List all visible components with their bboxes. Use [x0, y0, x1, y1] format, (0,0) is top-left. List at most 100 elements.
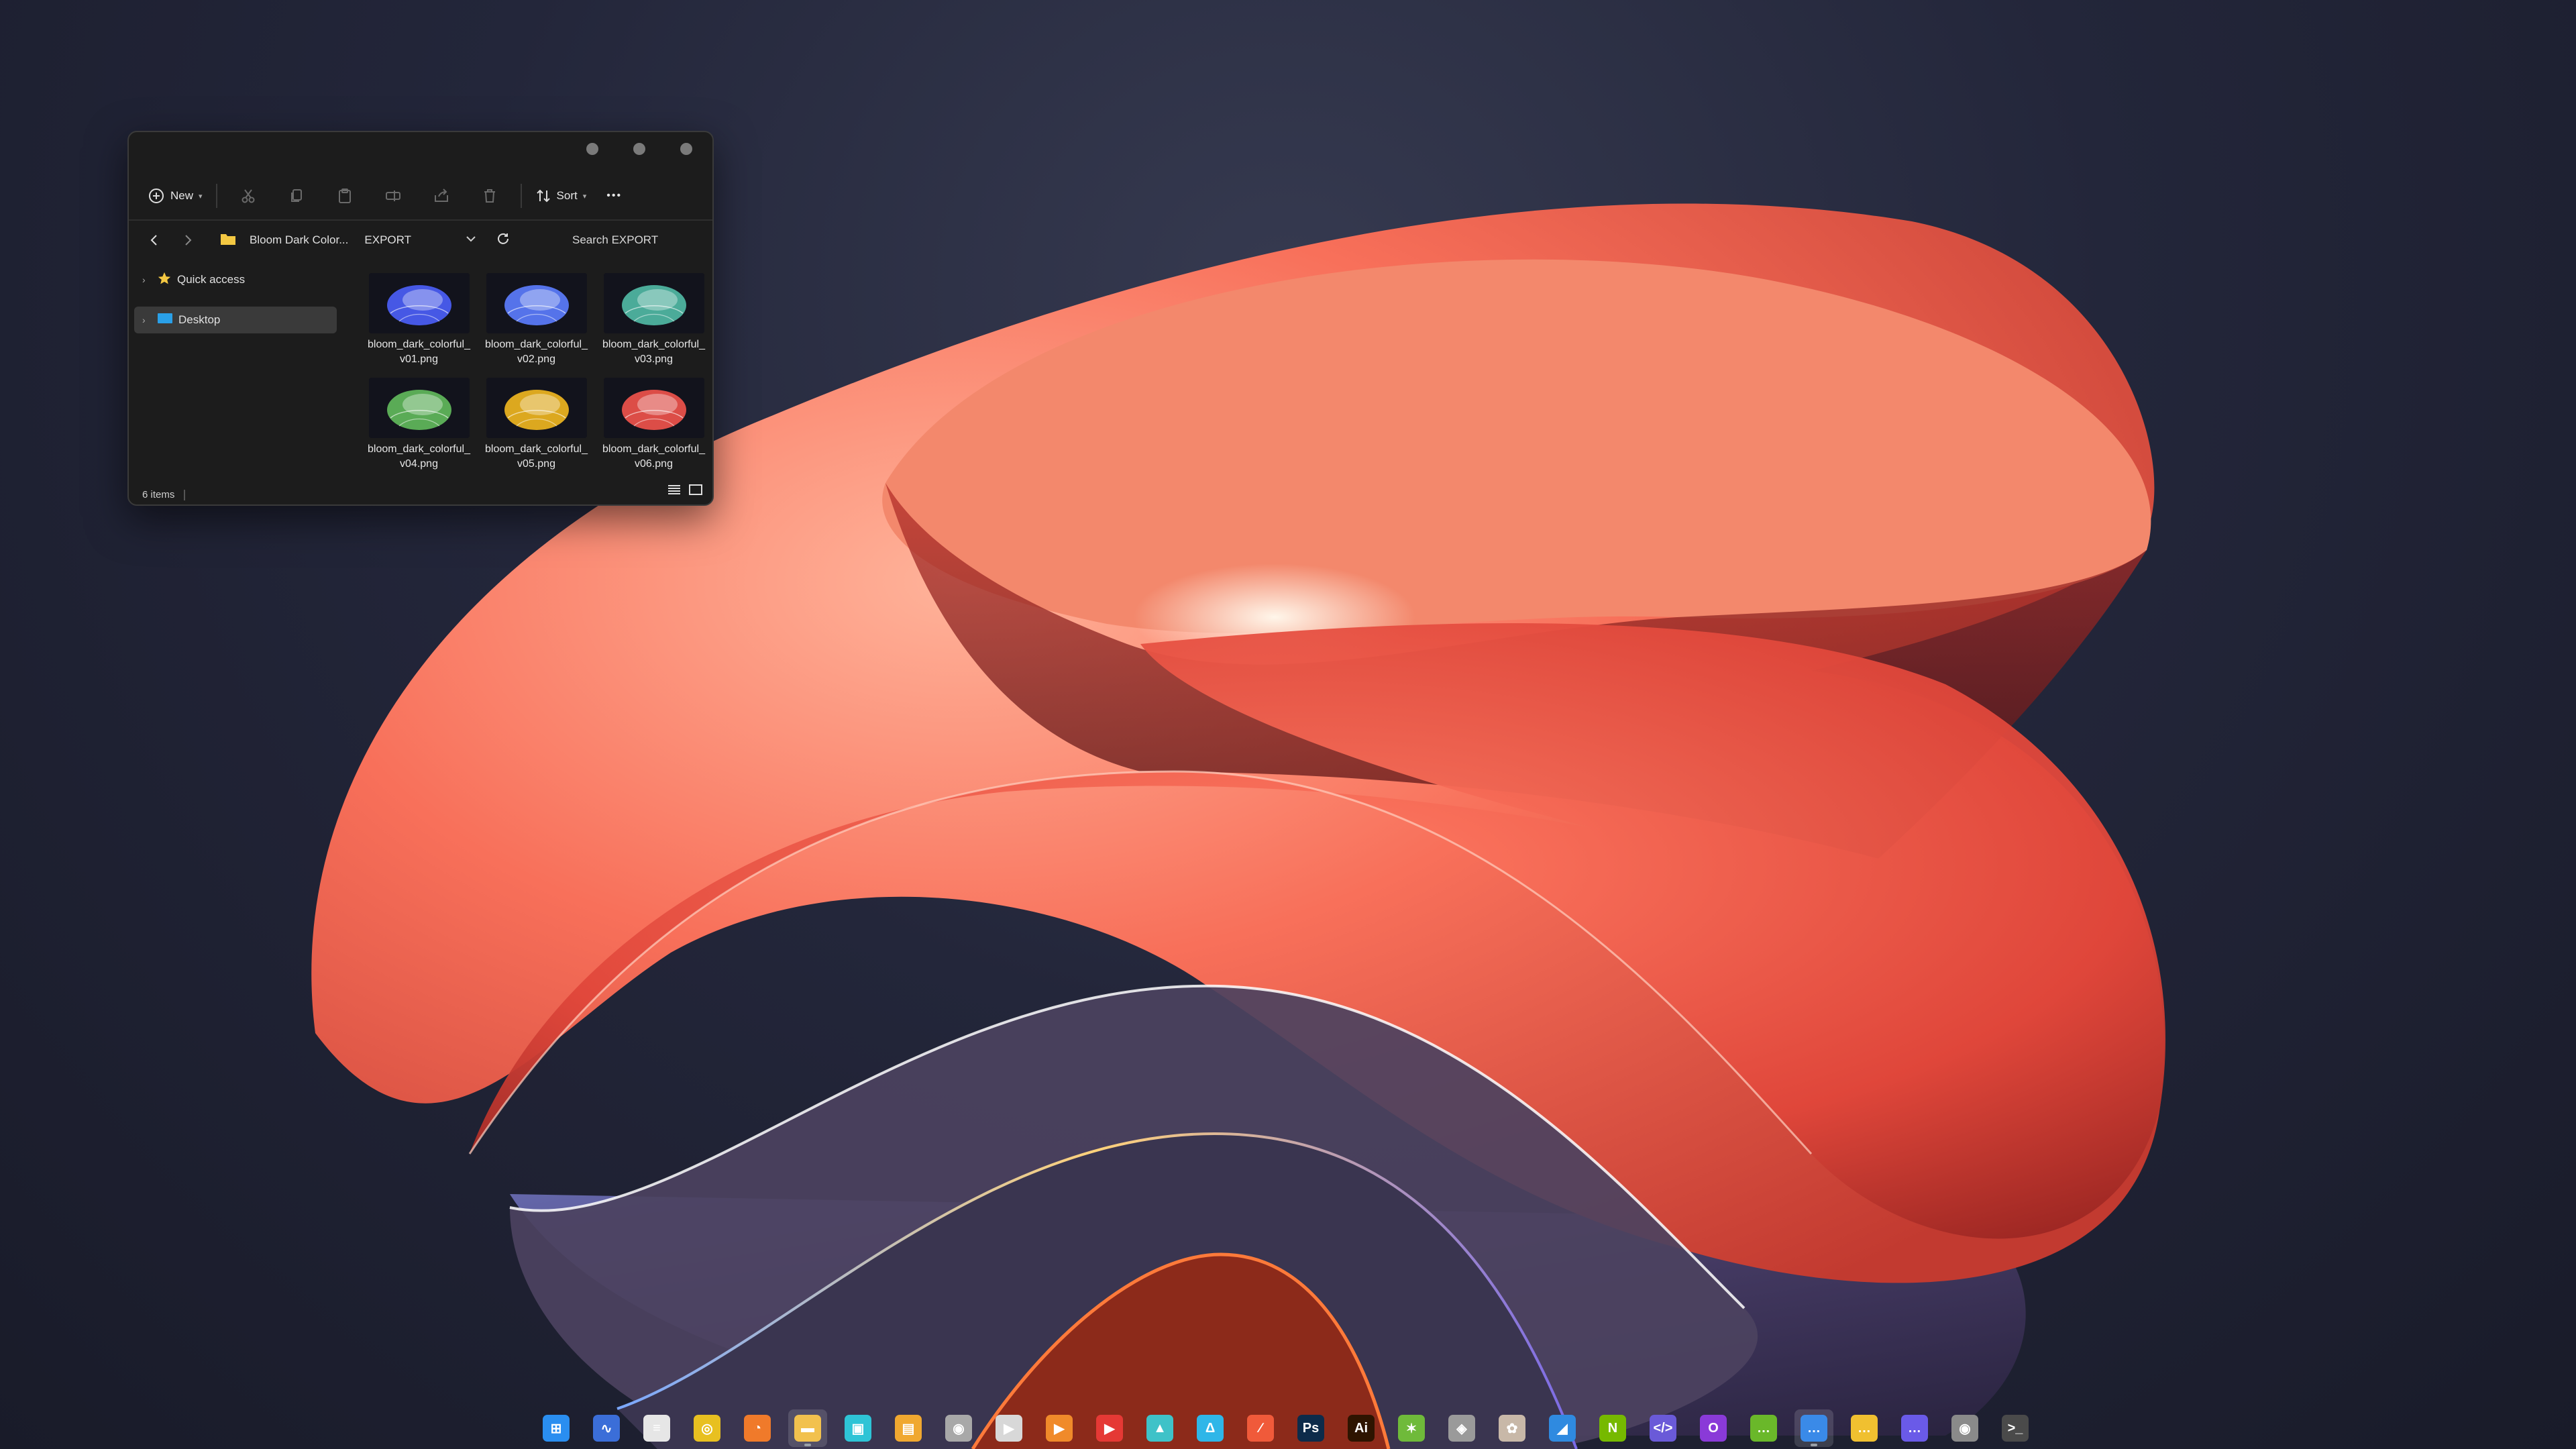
delete-icon[interactable] — [476, 182, 503, 209]
details-view-icon[interactable] — [667, 484, 682, 499]
sidebar-item-quick-access[interactable]: › Quick access — [134, 266, 342, 293]
maximize-button[interactable] — [633, 143, 645, 155]
taskbar-app-button[interactable]: Ps — [1291, 1409, 1330, 1447]
camera-app-icon: ◉ — [1951, 1415, 1978, 1442]
sidebar-item-desktop[interactable]: › Desktop — [134, 307, 337, 333]
breadcrumb-current[interactable]: EXPORT — [364, 233, 411, 247]
taskbar-app-button[interactable]: ✶ — [1392, 1409, 1431, 1447]
taskbar-app-button[interactable]: ◉ — [939, 1409, 978, 1447]
back-button[interactable] — [142, 228, 166, 252]
taskbar-app-button[interactable]: </> — [1644, 1409, 1682, 1447]
command-bar: New ▾ Sort ▾ ••• — [129, 172, 712, 221]
new-button[interactable]: New ▾ — [141, 181, 209, 211]
address-bar: Bloom Dark Color... EXPORT Search EXPORT — [129, 223, 712, 257]
tiles-view-icon[interactable] — [688, 484, 703, 499]
paint-app-icon: ∕ — [1247, 1415, 1274, 1442]
minimize-button[interactable] — [586, 143, 598, 155]
breadcrumb-parent[interactable]: Bloom Dark Color... — [250, 233, 348, 247]
taskbar-app-button[interactable]: ▬ — [788, 1409, 827, 1447]
file-thumbnail — [368, 378, 470, 438]
taskbar-app-button[interactable]: ∕ — [1241, 1409, 1280, 1447]
taskbar-app-button[interactable]: ▶ — [1090, 1409, 1129, 1447]
chevron-right-icon[interactable]: › — [142, 315, 152, 325]
youtube-icon: ▶ — [1096, 1415, 1123, 1442]
taskbar-app-button[interactable]: ◎ — [688, 1409, 727, 1447]
toolbar-divider — [520, 184, 522, 208]
image-viewer-icon: ▲ — [1146, 1415, 1173, 1442]
chrome-icon: ◎ — [694, 1415, 720, 1442]
taskbar-app-button[interactable]: ◉ — [1945, 1409, 1984, 1447]
taskbar-app-button[interactable]: ▶ — [1040, 1409, 1079, 1447]
copy-icon[interactable] — [283, 182, 310, 209]
taskbar-app-button[interactable]: … — [1794, 1409, 1833, 1447]
refresh-icon[interactable] — [496, 231, 511, 250]
file-name: bloom_dark_colorful_v01.png — [368, 339, 470, 365]
sort-button[interactable]: Sort ▾ — [529, 181, 594, 211]
file-thumbnail — [486, 273, 587, 333]
taskbar-app-button[interactable]: N — [1593, 1409, 1632, 1447]
taskbar-app-button[interactable]: … — [1895, 1409, 1934, 1447]
taskbar-app-button[interactable]: O — [1694, 1409, 1733, 1447]
nvidia-icon: N — [1599, 1415, 1626, 1442]
maps-app-icon: ◢ — [1549, 1415, 1576, 1442]
taskbar-app-button[interactable]: >_ — [1996, 1409, 2035, 1447]
taskbar-app-button[interactable]: … — [1744, 1409, 1783, 1447]
search-input[interactable]: Search EXPORT — [572, 233, 658, 247]
file-item[interactable]: bloom_dark_colorful_v03.png — [595, 273, 712, 367]
history-dropdown-icon[interactable] — [465, 233, 477, 248]
cut-icon[interactable] — [235, 182, 262, 209]
paste-icon[interactable] — [331, 182, 358, 209]
close-button[interactable] — [680, 143, 692, 155]
share-icon[interactable] — [428, 182, 455, 209]
outlook-icon: O — [1700, 1415, 1727, 1442]
chevron-right-icon[interactable]: › — [142, 274, 152, 285]
rename-icon[interactable] — [380, 182, 407, 209]
media-player-icon: ▶ — [996, 1415, 1022, 1442]
arrow-left-icon — [150, 235, 157, 246]
title-bar[interactable] — [129, 132, 712, 166]
file-thumbnail — [486, 378, 587, 438]
file-explorer-window[interactable]: New ▾ Sort ▾ ••• Bloom Dark Color... EXP… — [127, 131, 714, 506]
3d-box-icon: ◈ — [1448, 1415, 1475, 1442]
notes-app-icon: ≡ — [643, 1415, 670, 1442]
taskbar-app-button[interactable]: ◈ — [1442, 1409, 1481, 1447]
taskbar-app-button[interactable]: ✿ — [1493, 1409, 1532, 1447]
taskbar-app-button[interactable]: ≡ — [637, 1409, 676, 1447]
file-item[interactable]: bloom_dark_colorful_v04.png — [360, 378, 478, 472]
speaker-app-icon: ◉ — [945, 1415, 972, 1442]
status-bar: 6 items — [142, 489, 186, 500]
taskbar-app-button[interactable]: ▶ — [989, 1409, 1028, 1447]
file-explorer-icon: ▬ — [794, 1415, 821, 1442]
taskbar-app-button[interactable]: … — [1845, 1409, 1884, 1447]
taskbar-app-button[interactable]: ◢ — [1543, 1409, 1582, 1447]
navigation-pane: › Quick access › Desktop — [134, 266, 342, 347]
taskbar-app-button[interactable]: ⊞ — [537, 1409, 576, 1447]
file-name: bloom_dark_colorful_v05.png — [485, 443, 588, 470]
taskbar: ⊞ ∿ ≡ ◎ ◔ ▬ ▣ ▤ ◉ ▶ ▶ ▶ ▲ Δ ∕ Ps Ai ✶ ◈ ✿ ◢ N </> O … … … … ◉ >_ — [537, 1409, 2039, 1448]
taskbar-app-button[interactable]: Δ — [1191, 1409, 1230, 1447]
audio-waveform-app-icon: ∿ — [593, 1415, 620, 1442]
taskbar-app-button[interactable]: ▣ — [839, 1409, 877, 1447]
file-thumbnail — [368, 273, 470, 333]
photoshop-icon: Ps — [1297, 1415, 1324, 1442]
more-options-button[interactable]: ••• — [600, 181, 629, 211]
file-item[interactable]: bloom_dark_colorful_v01.png — [360, 273, 478, 367]
file-name: bloom_dark_colorful_v06.png — [602, 443, 705, 470]
taskbar-app-button[interactable]: ▤ — [889, 1409, 928, 1447]
taskbar-app-button[interactable]: ∿ — [587, 1409, 626, 1447]
sort-arrows-icon — [535, 188, 551, 204]
file-item[interactable]: bloom_dark_colorful_v06.png — [595, 378, 712, 472]
taskbar-app-button[interactable]: ◔ — [738, 1409, 777, 1447]
arrow-right-icon — [185, 235, 192, 246]
file-item[interactable]: bloom_dark_colorful_v02.png — [478, 273, 595, 367]
file-item[interactable]: bloom_dark_colorful_v05.png — [478, 378, 595, 472]
forward-button[interactable] — [176, 228, 200, 252]
toolbar-divider — [215, 184, 217, 208]
windows-start-icon: ⊞ — [543, 1415, 570, 1442]
folder-icon — [220, 232, 236, 249]
video-player-orange-icon: ▶ — [1046, 1415, 1073, 1442]
taskbar-app-button[interactable]: ▲ — [1140, 1409, 1179, 1447]
taskbar-app-button[interactable]: Ai — [1342, 1409, 1381, 1447]
illustrator-icon: Ai — [1348, 1415, 1375, 1442]
sidebar-item-label: Quick access — [177, 273, 246, 286]
